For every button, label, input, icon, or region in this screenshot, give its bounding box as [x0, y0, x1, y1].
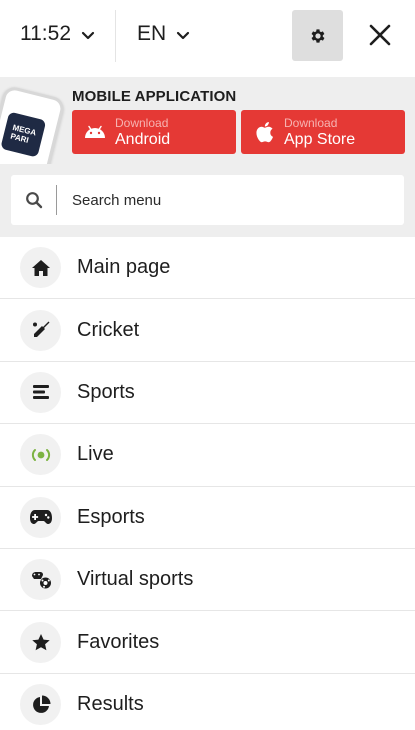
download-appstore-button[interactable]: Download App Store — [241, 110, 405, 154]
search-separator — [56, 185, 57, 215]
menu-item-live[interactable]: Live — [0, 424, 415, 487]
main-menu: Main page Cricket Sports Live Esports Vi… — [0, 237, 415, 730]
download-android-caption: Download — [115, 115, 169, 130]
home-icon — [31, 259, 50, 276]
menu-item-label: Live — [77, 443, 114, 466]
cricket-bat-icon — [32, 321, 49, 338]
virtual-sports-icon — [31, 571, 51, 589]
menu-item-label: Sports — [77, 380, 135, 403]
language-selector[interactable]: EN — [137, 22, 191, 46]
android-icon — [84, 121, 106, 143]
menu-item-label: Esports — [77, 505, 145, 528]
top-bar: 11:52 EN — [0, 0, 415, 72]
menu-item-results[interactable]: Results — [0, 674, 415, 730]
sports-list-icon — [32, 385, 49, 400]
search-box[interactable] — [11, 175, 404, 225]
gamepad-icon — [29, 510, 52, 525]
menu-item-favorites[interactable]: Favorites — [0, 611, 415, 674]
search-icon — [26, 192, 43, 209]
menu-item-cricket[interactable]: Cricket — [0, 299, 415, 362]
pie-chart-icon — [32, 695, 50, 713]
download-android-button[interactable]: Download Android — [72, 110, 236, 154]
menu-item-virtual-sports[interactable]: Virtual sports — [0, 549, 415, 612]
settings-button[interactable] — [292, 10, 343, 61]
menu-item-label: Favorites — [77, 630, 160, 653]
menu-item-esports[interactable]: Esports — [0, 487, 415, 549]
search-section — [0, 164, 415, 237]
time-value: 11:52 — [20, 22, 71, 45]
language-value: EN — [137, 22, 167, 45]
phone-illustration: MEGA PARI — [0, 84, 66, 164]
app-logo: MEGA PARI — [0, 111, 47, 158]
time-selector[interactable]: 11:52 — [20, 22, 96, 46]
download-appstore-label: App Store — [284, 130, 356, 148]
download-android-label: Android — [115, 130, 171, 148]
header-divider — [115, 10, 116, 62]
live-icon — [31, 448, 50, 461]
menu-item-main-page[interactable]: Main page — [0, 237, 415, 300]
banner-title: MOBILE APPLICATION — [72, 88, 237, 105]
chevron-down-icon — [81, 31, 95, 40]
search-input[interactable] — [72, 191, 372, 209]
close-button[interactable] — [360, 15, 400, 55]
menu-item-sports[interactable]: Sports — [0, 362, 415, 425]
menu-item-label: Main page — [77, 256, 171, 279]
mobile-app-banner: MEGA PARI MOBILE APPLICATION Download An… — [0, 77, 415, 164]
close-icon — [369, 24, 391, 46]
menu-item-label: Cricket — [77, 318, 140, 341]
apple-icon — [253, 121, 275, 143]
gear-icon — [311, 28, 324, 43]
chevron-down-icon — [177, 31, 190, 40]
menu-item-label: Results — [77, 693, 144, 716]
star-icon — [31, 633, 50, 650]
menu-item-label: Virtual sports — [77, 568, 194, 591]
download-appstore-caption: Download — [284, 115, 338, 130]
